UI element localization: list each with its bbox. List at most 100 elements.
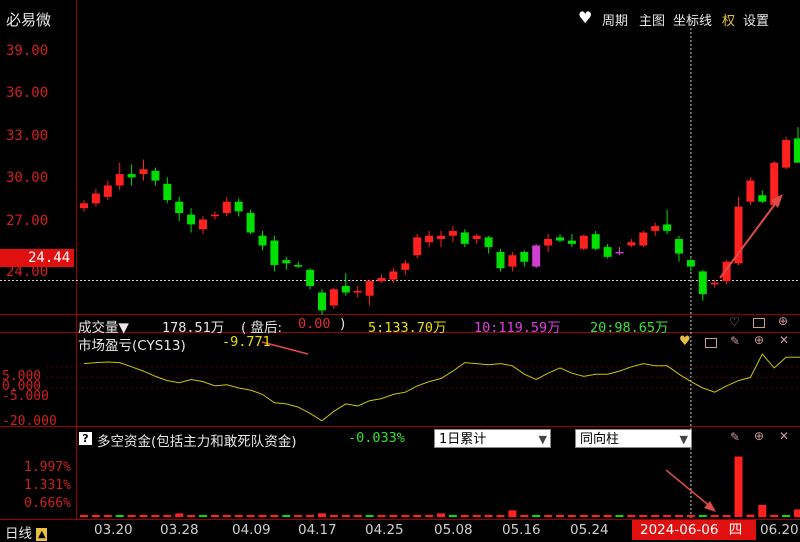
date-tick-0328: 03.28 [160,522,199,538]
fund-bar [199,515,207,517]
candle-body [520,251,529,262]
fund-bar [770,515,779,517]
after-hours-value: 0.00 [298,316,331,332]
heart-outline-icon[interactable]: ♡ [729,315,740,329]
candle-body [579,235,588,249]
candle-body [80,203,88,209]
candle-body [627,242,636,246]
annotation-arrow-main [719,199,779,279]
candle-body [686,260,695,267]
chevron-down-icon: ▼ [679,433,688,446]
cys-heart-icon[interactable]: ♥ [679,334,691,349]
help-icon-glyph: ? [82,432,89,445]
fund-bar [746,514,755,517]
candle-body [234,201,243,212]
period-label-text: 日线 [5,526,32,542]
fund-bar [282,515,291,517]
date-tick-0620: 06.20 [760,522,799,538]
fund-bar [508,510,517,517]
date-tick-0320: 03.20 [94,522,133,538]
fund-bar [615,515,624,517]
fund-bar [544,515,553,517]
candle-body [270,240,279,265]
date-tick-0524: 05.24 [570,522,609,538]
fund-close-icon[interactable]: ✕ [779,429,789,443]
fund-bar [353,515,362,517]
candle-body [698,271,707,295]
fund-bar [210,515,219,517]
fund-bar [567,515,576,517]
cys13-series-line [83,353,800,422]
candle-body [389,271,398,280]
fund-bar [710,515,719,517]
cys-pin-icon[interactable]: ✎ [730,334,740,348]
cys-title: 市场盈亏(CYS13) [78,338,186,354]
candle-body [139,169,148,175]
candle-body [151,170,160,181]
candle-body [318,292,326,311]
fund-bar [425,515,434,517]
date-tick-0508: 05.08 [434,522,473,538]
fund-bar [115,515,124,517]
period-toggle-icon[interactable]: ▲ [36,527,48,541]
candle-body [282,260,291,264]
date-tick-0425: 04.25 [365,522,404,538]
fund-bar [377,515,386,517]
fund-bar [520,515,529,517]
candle-body [484,237,493,248]
fund-bar [341,515,350,517]
fund-bar [627,515,636,517]
fund-bar [163,515,172,517]
candle-body [294,264,303,267]
panel-window-icon[interactable] [753,318,765,328]
candlestick-chart[interactable] [0,0,800,542]
volume-ma20: 20:98.65万 [590,320,669,336]
fund-tick-low: 0.666% [24,496,71,511]
fund-bar [187,515,196,517]
candle-body [115,174,124,186]
accumulation-select[interactable]: 1日累计 ▼ [434,429,551,448]
cys-window-icon[interactable] [705,338,717,348]
fund-zoom-icon[interactable]: ⊕ [754,429,764,443]
cys-close-icon[interactable]: ✕ [779,333,789,347]
chevron-down-icon: ▼ [538,433,547,446]
fund-bar [329,515,338,517]
fund-bar [103,515,112,517]
after-hours-close: ) [340,316,346,332]
bar-mode-select[interactable]: 同向柱 ▼ [575,429,692,448]
date-tick-0417: 04.17 [298,522,337,538]
cys-tick-neg5: -5.000 [2,389,49,404]
stock-chart-app: 必易微 ♥ 周期 主图 坐标线 权 设置 39.00 36.00 33.00 3… [0,0,800,542]
candle-body [567,240,576,244]
candle-body [91,193,100,204]
candle-body [746,180,755,202]
period-label[interactable]: 日线 ▲ [5,522,48,542]
candle-body [306,269,315,287]
fund-pin-icon[interactable]: ✎ [730,430,740,444]
candle-body [591,234,600,249]
bar-mode-select-value: 同向柱 [580,432,620,447]
zoom-icon[interactable]: ⊕ [778,314,788,328]
volume-value: 178.51万 [162,320,225,336]
candle-body [246,213,255,233]
fund-bar [91,515,100,517]
candle-body [556,237,564,241]
help-icon[interactable]: ? [79,432,92,445]
fund-tick-mid: 1.331% [24,478,71,493]
candle-body [544,239,553,246]
fund-bar [782,515,791,517]
fund-bar [579,515,588,517]
cys-zoom-icon[interactable]: ⊕ [754,333,764,347]
candle-body [187,214,196,225]
fund-bar [556,515,564,517]
candle-body [508,255,517,267]
fund-bar [484,515,493,517]
fund-bar [663,515,672,517]
fund-bar [639,515,648,517]
fund-bar [734,456,743,517]
volume-title[interactable]: 成交量▼ [78,316,129,336]
fund-bar [591,515,600,517]
fund-bar [222,515,231,517]
fund-bar [258,515,267,517]
candle-body [615,251,624,254]
